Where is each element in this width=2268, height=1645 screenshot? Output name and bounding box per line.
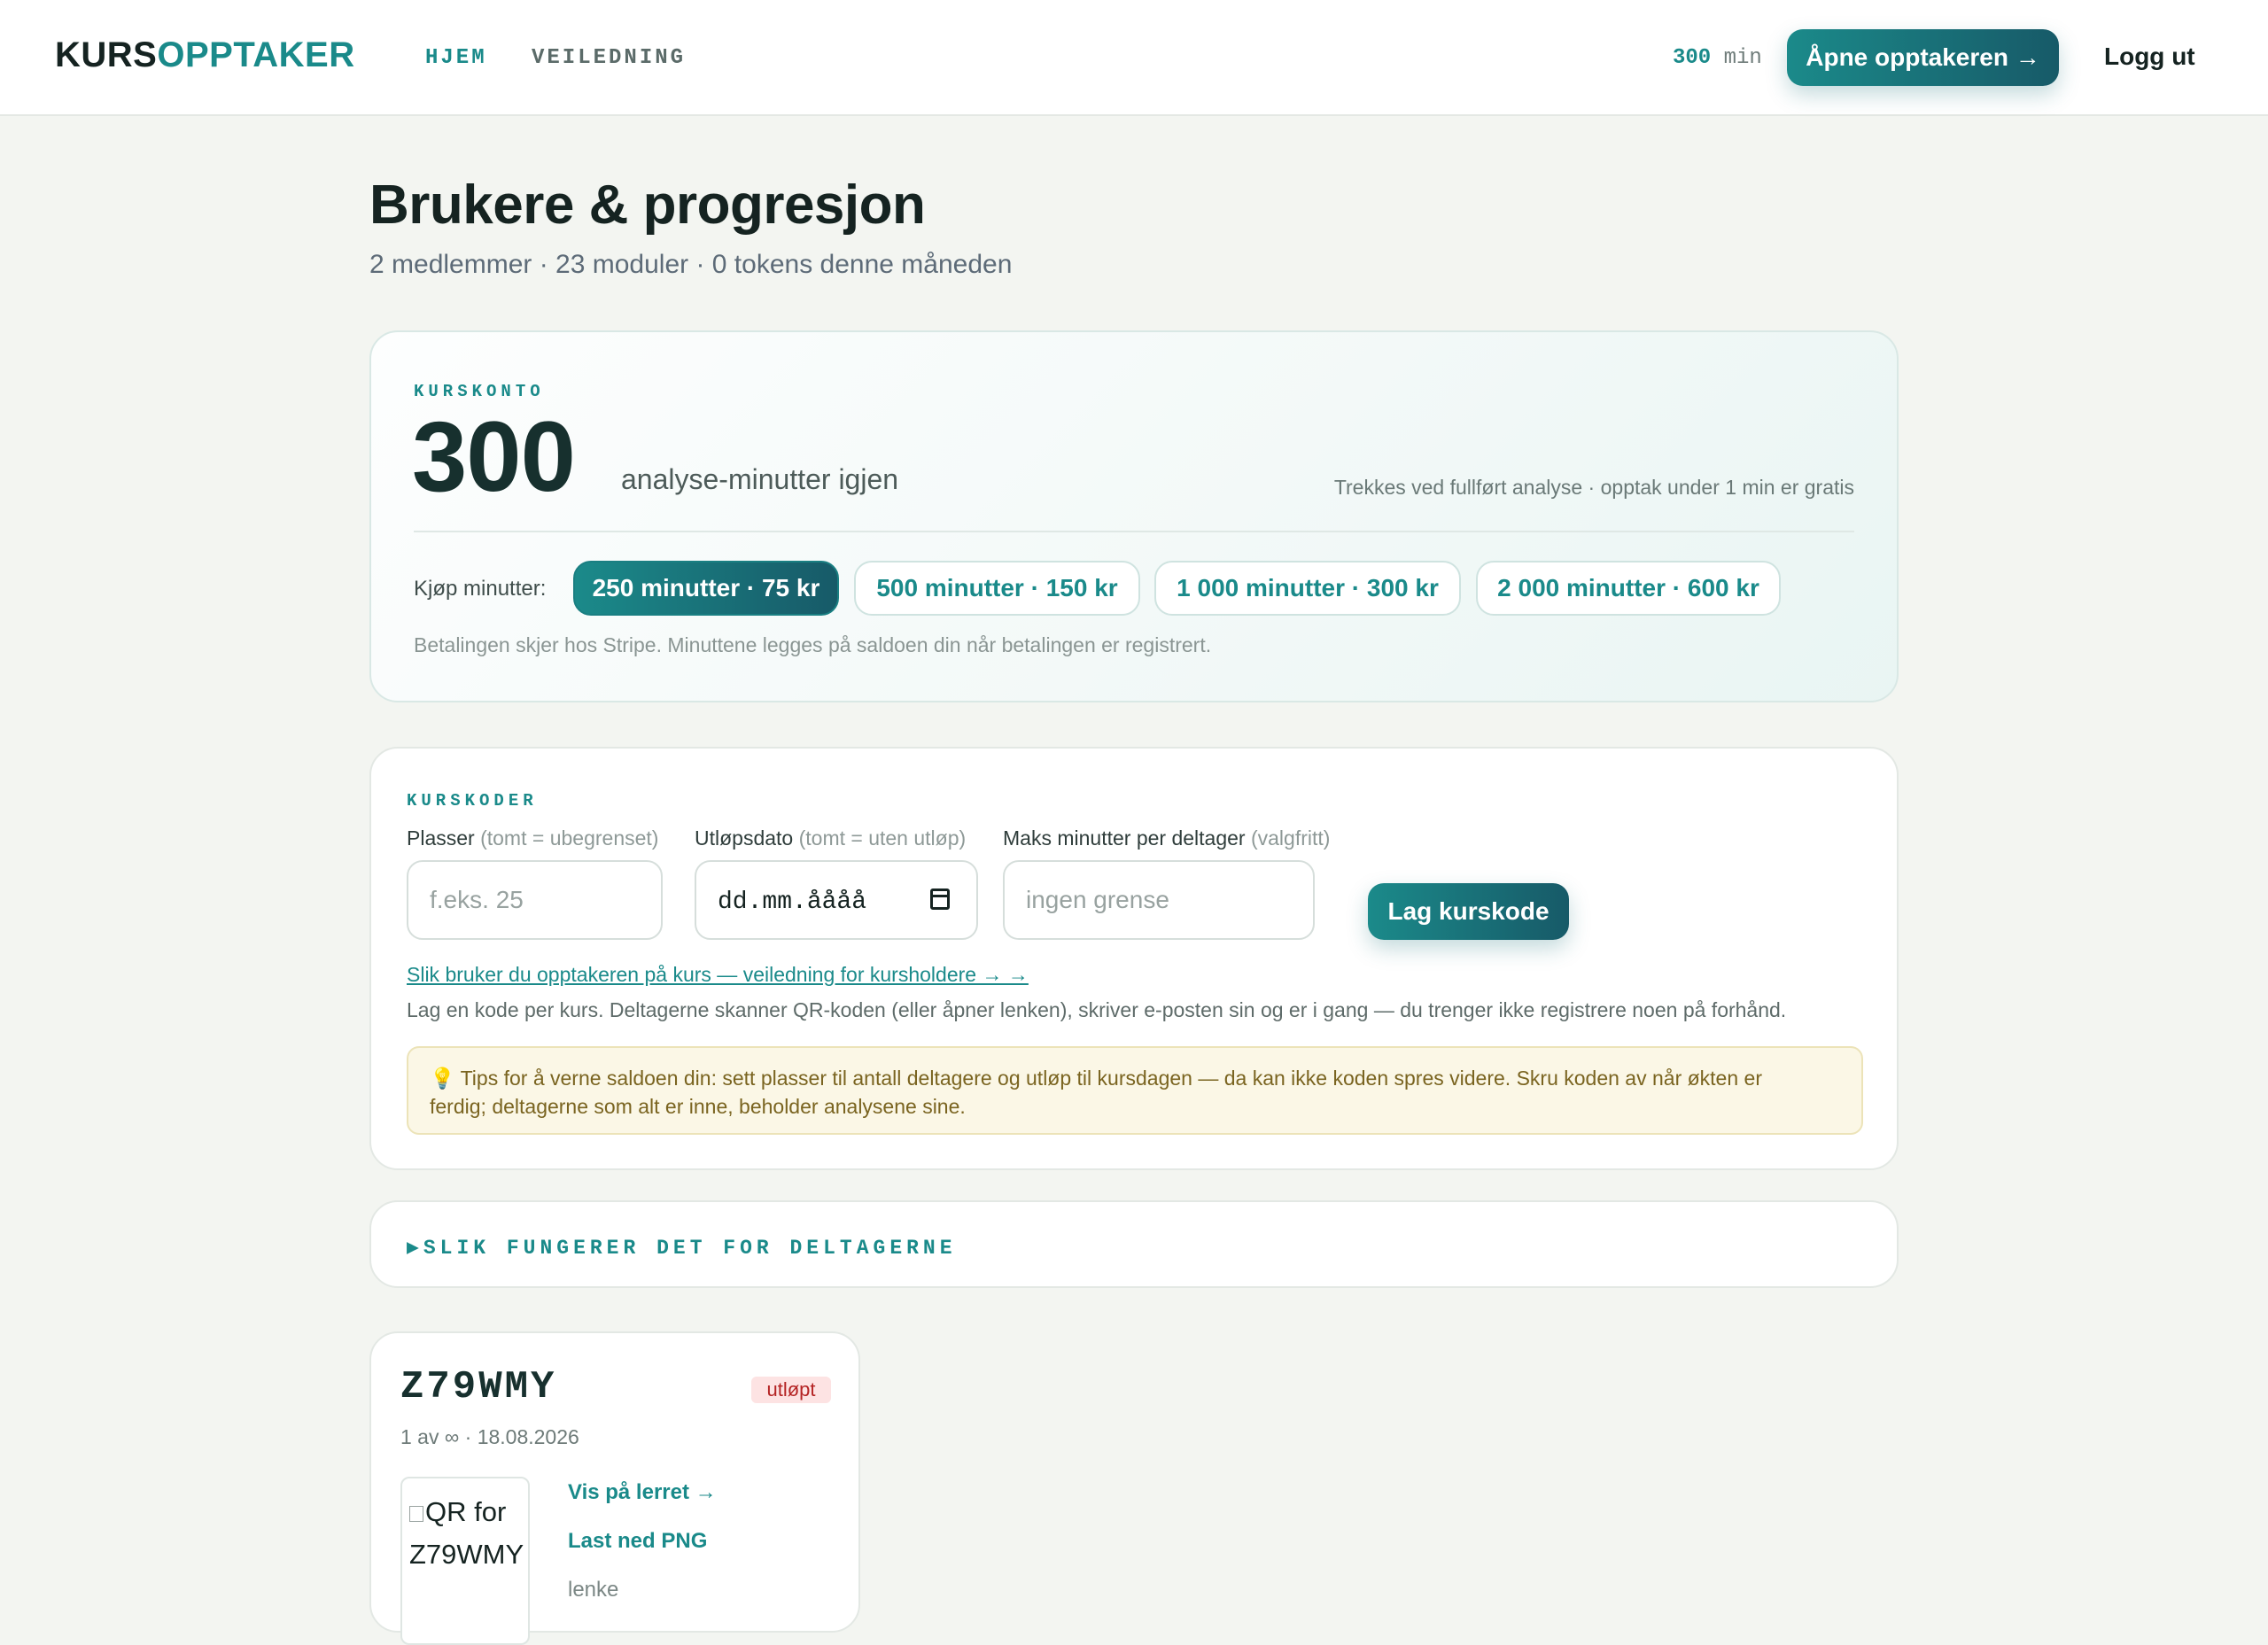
logout-link[interactable]: Logg ut xyxy=(2104,43,2195,71)
expiry-label-hint: (tomt = uten utløp) xyxy=(798,826,967,850)
how-it-works-disclosure[interactable]: ▶SLIK FUNGERER DET FOR DELTAGERNE xyxy=(369,1200,1899,1288)
max-minutes-input[interactable]: ingen grense xyxy=(1003,860,1315,940)
top-navigation-bar: KURSOPPTAKER HJEM VEILEDNING 300 min Åpn… xyxy=(0,0,2268,116)
qr-alt-line-2: Z79WMY xyxy=(409,1539,524,1570)
minutes-remaining-label: analyse-minutter igjen xyxy=(621,463,899,495)
divider xyxy=(414,531,1854,532)
logo-part-1: KURS xyxy=(55,35,158,74)
qr-alt-line-1: QR for xyxy=(425,1496,507,1527)
course-code-card: Z79WMY utløpt 1 av ∞ · 18.08.2026 QR for… xyxy=(369,1331,860,1645)
download-png-link[interactable]: Last ned PNG xyxy=(568,1529,707,1554)
calendar-icon[interactable] xyxy=(930,888,950,910)
expiry-date-input[interactable]: dd.mm.åååå xyxy=(695,860,978,940)
expiry-label-text: Utløpsdato xyxy=(695,826,794,850)
page-subtitle: 2 medlemmer · 23 moduler · 0 tokens denn… xyxy=(369,250,1013,279)
expiry-field-label: Utløpsdato (tomt = uten utløp) xyxy=(695,826,966,850)
max-minutes-label-hint: (valgfritt) xyxy=(1250,826,1331,850)
open-recorder-button[interactable]: Åpne opptakeren → xyxy=(1787,29,2059,86)
minutes-balance-value: 300 xyxy=(1673,46,1712,70)
max-minutes-placeholder: ingen grense xyxy=(1026,886,1169,913)
page-title: Brukere & progresjon xyxy=(369,175,926,236)
nav-link-guide[interactable]: VEILEDNING xyxy=(532,46,686,70)
seats-label-hint: (tomt = ubegrenset) xyxy=(480,826,659,850)
qr-alt-text: QR for Z79WMY xyxy=(409,1491,524,1576)
disclosure-triangle-icon: ▶ xyxy=(407,1237,423,1260)
minutes-balance-unit: min xyxy=(1723,46,1762,70)
course-codes-card: KURSKODER Plasser (tomt = ubegrenset) f.… xyxy=(369,747,1899,1170)
qr-code-image: QR for Z79WMY xyxy=(400,1477,530,1645)
code-usage-meta: 1 av ∞ · 18.08.2026 xyxy=(400,1425,579,1448)
billing-note: Trekkes ved fullført analyse · opptak un… xyxy=(1333,476,1854,499)
max-minutes-field-label: Maks minutter per deltager (valgfritt) xyxy=(1003,826,1330,850)
tip-box: 💡 Tips for å verne saldoen din: sett pla… xyxy=(407,1046,1863,1135)
seats-input[interactable]: f.eks. 25 xyxy=(407,860,663,940)
how-it-works-text: SLIK FUNGERER DET FOR DELTAGERNE xyxy=(423,1237,957,1260)
course-account-card: KURSKONTO 300 analyse-minutter igjen Tre… xyxy=(369,330,1899,702)
tip-line-2: ferdig; deltagerne som alt er inne, beho… xyxy=(430,1095,966,1118)
package-1000-button[interactable]: 1 000 minutter · 300 kr xyxy=(1154,561,1461,616)
course-code: Z79WMY xyxy=(400,1365,557,1409)
host-guide-link[interactable]: Slik bruker du opptakeren på kurs — veil… xyxy=(407,963,1029,987)
account-kicker: KURSKONTO xyxy=(414,382,545,401)
seats-placeholder: f.eks. 25 xyxy=(430,886,524,913)
seats-label-text: Plasser xyxy=(407,826,475,850)
logo-part-2: OPPTAKER xyxy=(157,35,355,74)
broken-image-icon xyxy=(409,1505,423,1522)
logo[interactable]: KURSOPPTAKER xyxy=(55,35,355,75)
minutes-balance-badge: 300 min xyxy=(1673,46,1762,70)
expiry-date-value: dd.mm.åååå xyxy=(718,888,867,916)
tip-line-1: 💡 Tips for å verne saldoen din: sett pla… xyxy=(430,1067,1762,1090)
show-on-screen-link[interactable]: Vis på lerret → xyxy=(568,1480,717,1505)
buy-minutes-label: Kjøp minutter: xyxy=(414,577,547,601)
package-500-button[interactable]: 500 minutter · 150 kr xyxy=(854,561,1140,616)
how-it-works-title: ▶SLIK FUNGERER DET FOR DELTAGERNE xyxy=(407,1236,957,1260)
create-course-code-button[interactable]: Lag kurskode xyxy=(1368,883,1569,940)
status-badge: utløpt xyxy=(751,1377,831,1403)
max-minutes-label-text: Maks minutter per deltager xyxy=(1003,826,1246,850)
code-link-label[interactable]: lenke xyxy=(568,1578,618,1602)
nav-link-home[interactable]: HJEM xyxy=(425,46,487,70)
package-250-button[interactable]: 250 minutter · 75 kr xyxy=(573,561,839,616)
package-2000-button[interactable]: 2 000 minutter · 600 kr xyxy=(1476,561,1781,616)
course-codes-kicker: KURSKODER xyxy=(407,791,538,811)
minutes-remaining-value: 300 xyxy=(412,401,576,512)
seats-field-label: Plasser (tomt = ubegrenset) xyxy=(407,826,658,850)
payment-note: Betalingen skjer hos Stripe. Minuttene l… xyxy=(414,633,1212,656)
course-codes-description: Lag en kode per kurs. Deltagerne skanner… xyxy=(407,998,1787,1021)
